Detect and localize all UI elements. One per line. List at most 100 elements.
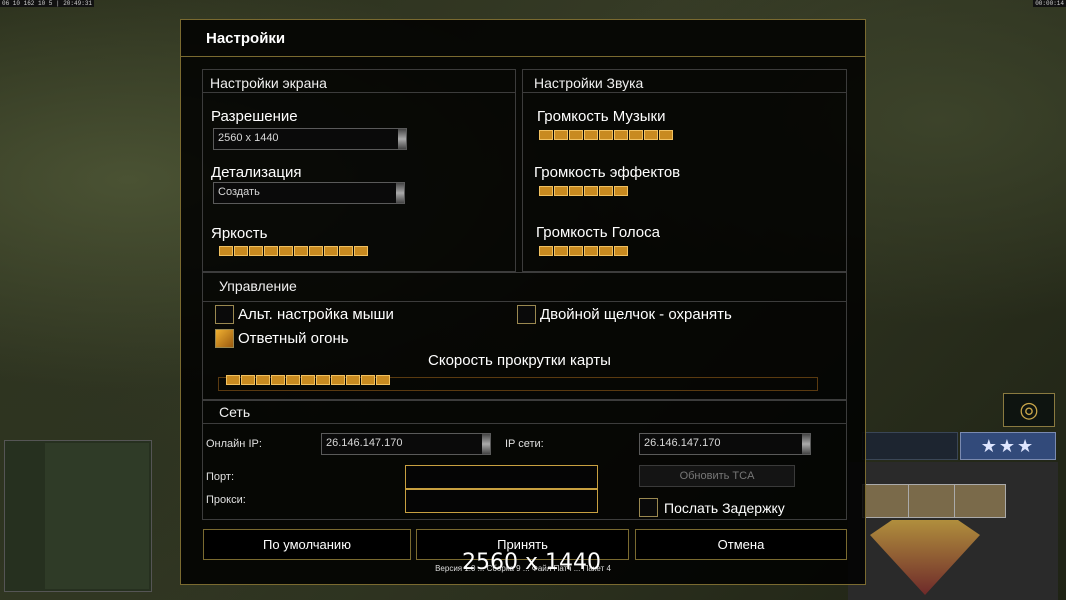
slider-segment[interactable] xyxy=(644,130,658,140)
slider-segment[interactable] xyxy=(286,375,300,385)
slider-segment[interactable] xyxy=(539,246,553,256)
slider-segment[interactable] xyxy=(361,375,375,385)
slider-segment[interactable] xyxy=(309,246,323,256)
detail-value: Создать xyxy=(218,186,260,198)
slider-segment[interactable] xyxy=(316,375,330,385)
slider-segment[interactable] xyxy=(599,130,613,140)
resolution-label: Разрешение xyxy=(211,108,298,125)
slider-segment[interactable] xyxy=(354,246,368,256)
proxy-label: Прокси: xyxy=(206,494,246,506)
music-volume-slider[interactable] xyxy=(539,130,673,142)
unit-cameo[interactable] xyxy=(954,484,1006,518)
slider-segment[interactable] xyxy=(256,375,270,385)
slider-segment[interactable] xyxy=(331,375,345,385)
slider-segment[interactable] xyxy=(271,375,285,385)
send-delay-checkbox[interactable] xyxy=(639,498,658,517)
scroll-speed-label: Скорость прокрутки карты xyxy=(428,352,611,369)
minimap[interactable] xyxy=(4,440,152,592)
slider-segment[interactable] xyxy=(584,130,598,140)
slider-segment[interactable] xyxy=(346,375,360,385)
slider-segment[interactable] xyxy=(569,186,583,196)
slider-segment[interactable] xyxy=(241,375,255,385)
slider-segment[interactable] xyxy=(301,375,315,385)
slider-segment[interactable] xyxy=(264,246,278,256)
double-click-checkbox[interactable] xyxy=(517,305,536,324)
slider-segment[interactable] xyxy=(569,130,583,140)
lan-ip-value: 26.146.147.170 xyxy=(644,437,721,449)
update-tca-button[interactable]: Обновить TCA xyxy=(639,465,795,487)
online-ip-value: 26.146.147.170 xyxy=(326,437,403,449)
sound-settings-heading: Настройки Звука xyxy=(534,75,644,91)
slider-segment[interactable] xyxy=(584,186,598,196)
resolution-overlay: 2560 x 1440 xyxy=(462,550,601,575)
slider-segment[interactable] xyxy=(554,246,568,256)
scroll-speed-slider[interactable] xyxy=(226,375,390,387)
unit-cameo[interactable] xyxy=(862,484,914,518)
online-ip-label: Онлайн IP: xyxy=(206,438,262,450)
port-input[interactable] xyxy=(405,465,598,489)
slider-segment[interactable] xyxy=(614,186,628,196)
panel-header xyxy=(203,273,846,302)
slider-segment[interactable] xyxy=(629,130,643,140)
slider-segment[interactable] xyxy=(539,186,553,196)
detail-label: Детализация xyxy=(211,164,302,181)
panel-header xyxy=(203,401,846,424)
network-heading: Сеть xyxy=(219,404,251,420)
minimap-view xyxy=(45,443,149,589)
slider-segment[interactable] xyxy=(599,246,613,256)
alt-mouse-checkbox[interactable] xyxy=(215,305,234,324)
detail-select[interactable]: Создать xyxy=(213,182,405,204)
slider-segment[interactable] xyxy=(324,246,338,256)
lan-ip-select[interactable]: 26.146.147.170 xyxy=(639,433,811,455)
top-status-left: 06 10 162 10 5 | 20:49:31 xyxy=(0,0,95,7)
online-ip-select[interactable]: 26.146.147.170 xyxy=(321,433,491,455)
slider-segment[interactable] xyxy=(294,246,308,256)
defaults-button[interactable]: По умолчанию xyxy=(203,529,411,560)
voice-volume-slider[interactable] xyxy=(539,246,628,258)
music-volume-label: Громкость Музыки xyxy=(537,108,666,125)
dialog-title: Настройки xyxy=(206,30,286,47)
unit-cameo[interactable] xyxy=(908,484,960,518)
slider-segment[interactable] xyxy=(554,130,568,140)
slider-segment[interactable] xyxy=(614,130,628,140)
slider-segment[interactable] xyxy=(554,186,568,196)
retaliation-checkbox[interactable] xyxy=(215,329,234,348)
slider-segment[interactable] xyxy=(569,246,583,256)
screen-settings-heading: Настройки экрана xyxy=(210,75,327,91)
port-label: Порт: xyxy=(206,471,234,483)
slider-segment[interactable] xyxy=(376,375,390,385)
voice-volume-label: Громкость Голоса xyxy=(536,224,660,241)
scroll-thumb[interactable] xyxy=(396,183,404,203)
resolution-select[interactable]: 2560 x 1440 xyxy=(213,128,407,150)
scroll-thumb[interactable] xyxy=(482,434,490,454)
options-dialog: Настройки Настройки экрана Разрешение 25… xyxy=(180,19,866,585)
rank-stars-icon: ★★★ xyxy=(960,432,1056,460)
slider-segment[interactable] xyxy=(584,246,598,256)
effects-volume-label: Громкость эффектов xyxy=(534,164,681,181)
slider-segment[interactable] xyxy=(279,246,293,256)
proxy-input[interactable] xyxy=(405,489,598,513)
top-status-right: 00:00:14 xyxy=(1033,0,1066,7)
divider xyxy=(181,56,865,57)
slider-segment[interactable] xyxy=(249,246,263,256)
brightness-slider[interactable] xyxy=(219,246,368,258)
retaliation-label: Ответный огонь xyxy=(238,330,349,347)
slider-segment[interactable] xyxy=(614,246,628,256)
resolution-value: 2560 x 1440 xyxy=(218,132,279,144)
slider-segment[interactable] xyxy=(599,186,613,196)
slider-segment[interactable] xyxy=(234,246,248,256)
alt-mouse-label: Альт. настройка мыши xyxy=(238,306,394,323)
scroll-thumb[interactable] xyxy=(802,434,810,454)
slider-segment[interactable] xyxy=(659,130,673,140)
scroll-thumb[interactable] xyxy=(398,129,406,149)
controls-heading: Управление xyxy=(219,278,297,294)
slider-segment[interactable] xyxy=(226,375,240,385)
slider-segment[interactable] xyxy=(219,246,233,256)
radar-icon[interactable]: ◎ xyxy=(1003,393,1055,427)
cancel-button[interactable]: Отмена xyxy=(635,529,847,560)
slider-segment[interactable] xyxy=(539,130,553,140)
effects-volume-slider[interactable] xyxy=(539,186,628,198)
brightness-label: Яркость xyxy=(211,225,268,242)
slider-segment[interactable] xyxy=(339,246,353,256)
send-delay-label: Послать Задержку xyxy=(664,500,785,516)
